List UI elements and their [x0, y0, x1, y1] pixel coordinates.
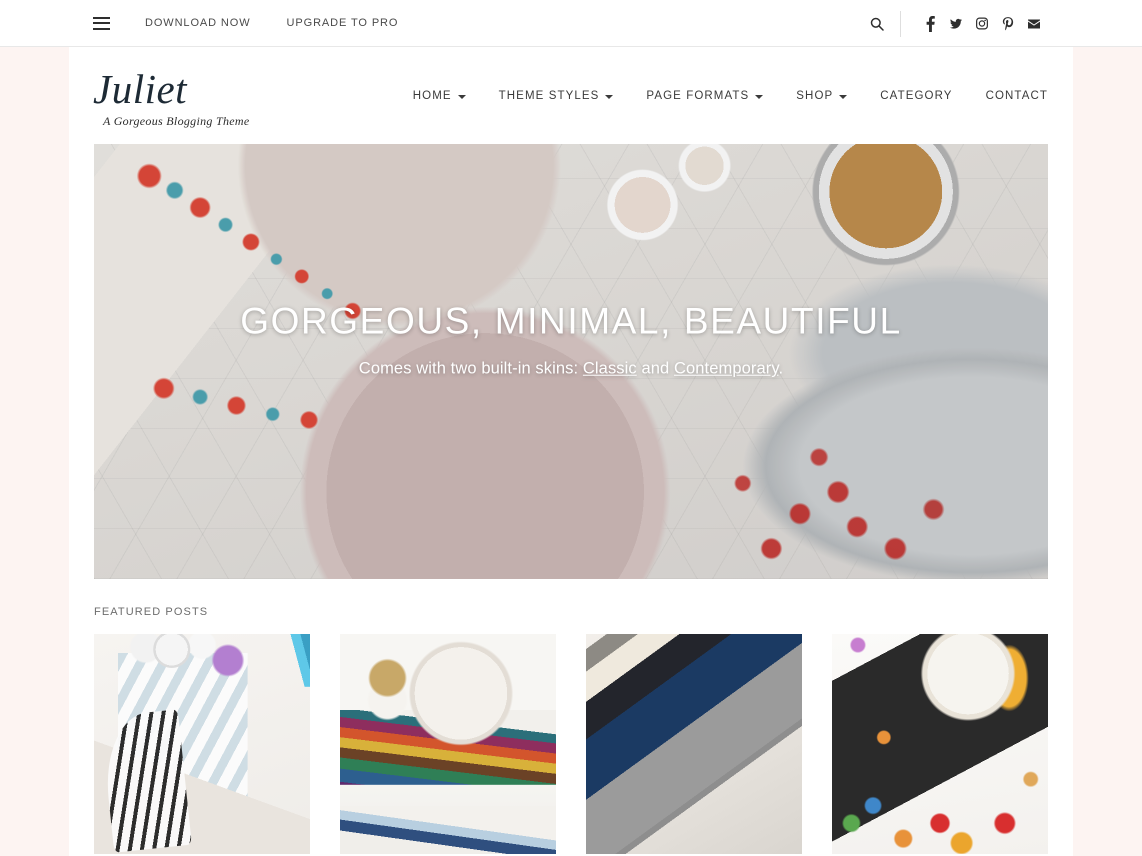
chevron-down-icon — [839, 94, 848, 99]
hero-title: GORGEOUS, MINIMAL, BEAUTIFUL — [240, 300, 902, 342]
featured-post-thumbnail — [94, 634, 310, 854]
featured-post-card[interactable] — [586, 634, 802, 854]
featured-post-thumbnail — [832, 634, 1048, 854]
hamburger-bar — [93, 22, 110, 24]
top-bar-right — [870, 0, 1047, 47]
envelope-icon[interactable] — [1021, 11, 1047, 37]
instagram-icon[interactable] — [969, 11, 995, 37]
nav-label: HOME — [412, 89, 452, 102]
hamburger-bar — [93, 27, 110, 30]
hero-banner[interactable]: GORGEOUS, MINIMAL, BEAUTIFUL Comes with … — [94, 144, 1048, 579]
hamburger-icon[interactable] — [93, 16, 110, 30]
chevron-down-icon — [457, 94, 466, 99]
chevron-down-icon — [605, 94, 614, 99]
topbar-link-upgrade-to-pro[interactable]: UPGRADE TO PRO — [287, 17, 399, 29]
site-header: Juliet A Gorgeous Blogging Theme HOME TH… — [69, 47, 1073, 144]
nav-label: SHOP — [796, 89, 834, 102]
search-icon[interactable] — [870, 17, 898, 31]
hero-subtitle-suffix: . — [778, 360, 784, 379]
featured-post-card[interactable] — [340, 634, 556, 854]
nav-item-home[interactable]: HOME — [413, 90, 466, 102]
nav-item-theme-styles[interactable]: THEME STYLES — [499, 90, 614, 102]
top-bar: DOWNLOAD NOW UPGRADE TO PRO — [0, 0, 1142, 47]
nav-item-shop[interactable]: SHOP — [796, 89, 848, 102]
hero-caption: GORGEOUS, MINIMAL, BEAUTIFUL Comes with … — [94, 300, 1048, 379]
pinterest-icon[interactable] — [995, 11, 1021, 37]
nav-label: THEME STYLES — [498, 89, 600, 102]
nav-item-page-formats[interactable]: PAGE FORMATS — [646, 89, 764, 102]
hero-subtitle: Comes with two built-in skins: Classic a… — [94, 360, 1048, 379]
hamburger-bar — [93, 16, 110, 19]
topbar-link-download-now[interactable]: DOWNLOAD NOW — [145, 17, 251, 29]
facebook-icon[interactable] — [917, 11, 943, 37]
hero-link-classic[interactable]: Classic — [583, 360, 637, 378]
social-links — [917, 11, 1047, 37]
nav-label: CATEGORY — [880, 89, 953, 102]
topbar-divider — [900, 10, 901, 37]
twitter-icon[interactable] — [943, 11, 969, 37]
featured-posts-label: FEATURED POSTS — [94, 606, 209, 618]
featured-post-card[interactable] — [94, 634, 310, 854]
nav-label: PAGE FORMATS — [646, 89, 750, 102]
logo-tagline: A Gorgeous Blogging Theme — [103, 113, 250, 128]
site-logo[interactable]: Juliet A Gorgeous Blogging Theme — [93, 63, 250, 129]
chevron-down-icon — [755, 94, 764, 99]
logo-title: Juliet — [93, 65, 188, 112]
featured-post-card[interactable] — [832, 634, 1048, 854]
featured-post-thumbnail — [586, 634, 802, 854]
hero-subtitle-prefix: Comes with two built-in skins: — [358, 360, 583, 379]
nav-item-category[interactable]: CATEGORY — [880, 90, 952, 102]
featured-post-thumbnail — [340, 634, 556, 854]
hero-subtitle-middle: and — [636, 360, 674, 379]
featured-posts-grid — [94, 634, 1048, 854]
hero-link-contemporary[interactable]: Contemporary — [674, 360, 779, 378]
main-navigation: HOME THEME STYLES PAGE FORMATS SHOP CATE… — [413, 90, 1048, 102]
nav-item-contact[interactable]: CONTACT — [986, 90, 1048, 102]
top-bar-left: DOWNLOAD NOW UPGRADE TO PRO — [0, 16, 434, 30]
page-container: Juliet A Gorgeous Blogging Theme HOME TH… — [69, 47, 1073, 856]
nav-label: CONTACT — [985, 89, 1048, 102]
